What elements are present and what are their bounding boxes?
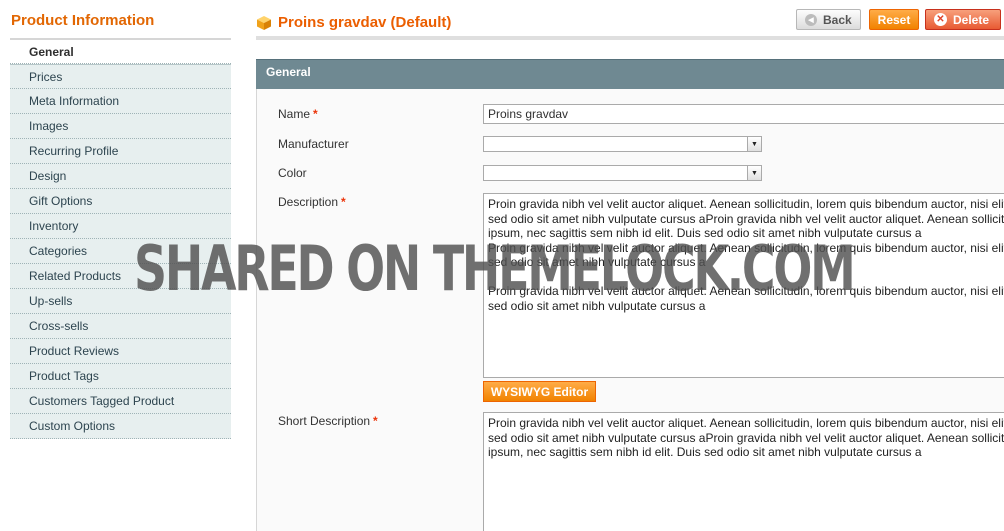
short-description-textarea[interactable]: Proin gravida nibh vel velit auctor aliq…: [483, 412, 1004, 531]
general-fieldset: Name * Proins gravdav Manufacturer ▼ Colo…: [256, 89, 1004, 531]
tab-custom-options[interactable]: Custom Options: [10, 414, 231, 439]
tab-gift-options[interactable]: Gift Options: [10, 189, 231, 214]
name-input[interactable]: Proins gravdav: [483, 104, 1004, 124]
short-description-label-text: Short Description: [278, 414, 371, 428]
tab-cross-sells[interactable]: Cross-sells: [10, 314, 231, 339]
wysiwyg-editor-button[interactable]: WYSIWYG Editor: [483, 381, 596, 402]
tab-design[interactable]: Design: [10, 164, 231, 189]
color-label: Color: [278, 166, 307, 180]
tab-general[interactable]: General: [10, 40, 231, 64]
tab-recurring-profile[interactable]: Recurring Profile: [10, 139, 231, 164]
delete-button[interactable]: ✕ Delete: [925, 9, 1001, 30]
page-title-text: Proins gravdav (Default): [278, 14, 452, 31]
chevron-down-icon: ▼: [747, 137, 761, 151]
back-arrow-icon: ◀: [805, 13, 817, 26]
chevron-down-icon: ▼: [747, 166, 761, 180]
tab-prices[interactable]: Prices: [10, 64, 231, 89]
page-header: Proins gravdav (Default) ◀ Back Reset ✕ …: [256, 0, 1004, 40]
tab-inventory[interactable]: Inventory: [10, 214, 231, 239]
cube-icon: [257, 15, 271, 30]
back-button[interactable]: ◀ Back: [796, 9, 861, 30]
tab-list: General Prices Meta Information Images R…: [10, 40, 231, 439]
tab-categories[interactable]: Categories: [10, 239, 231, 264]
description-label-text: Description: [278, 195, 339, 209]
product-info-sidebar: Product Information General Prices Meta …: [10, 0, 231, 531]
name-label: Name *: [278, 107, 318, 121]
required-marker: *: [313, 107, 318, 121]
required-marker: *: [373, 414, 378, 428]
manufacturer-select[interactable]: ▼: [483, 136, 762, 152]
delete-button-label: Delete: [953, 12, 990, 27]
tab-up-sells[interactable]: Up-sells: [10, 289, 231, 314]
color-select[interactable]: ▼: [483, 165, 762, 181]
section-header-general: General: [256, 59, 1004, 89]
short-description-label: Short Description *: [278, 414, 378, 428]
name-label-text: Name: [278, 107, 311, 121]
tab-meta-information[interactable]: Meta Information: [10, 89, 231, 114]
description-label: Description *: [278, 195, 346, 209]
sidebar-title: Product Information: [10, 0, 231, 40]
required-marker: *: [341, 195, 346, 209]
page-title: Proins gravdav (Default): [256, 14, 451, 31]
tab-customers-tagged-product[interactable]: Customers Tagged Product: [10, 389, 231, 414]
back-button-label: Back: [823, 12, 852, 27]
delete-x-icon: ✕: [934, 13, 947, 26]
tab-images[interactable]: Images: [10, 114, 231, 139]
manufacturer-label: Manufacturer: [278, 137, 349, 151]
tab-product-reviews[interactable]: Product Reviews: [10, 339, 231, 364]
main-content: Proins gravdav (Default) ◀ Back Reset ✕ …: [256, 0, 1004, 531]
tab-related-products[interactable]: Related Products: [10, 264, 231, 289]
description-textarea[interactable]: Proin gravida nibh vel velit auctor aliq…: [483, 193, 1004, 378]
reset-button[interactable]: Reset: [869, 9, 919, 30]
tab-product-tags[interactable]: Product Tags: [10, 364, 231, 389]
